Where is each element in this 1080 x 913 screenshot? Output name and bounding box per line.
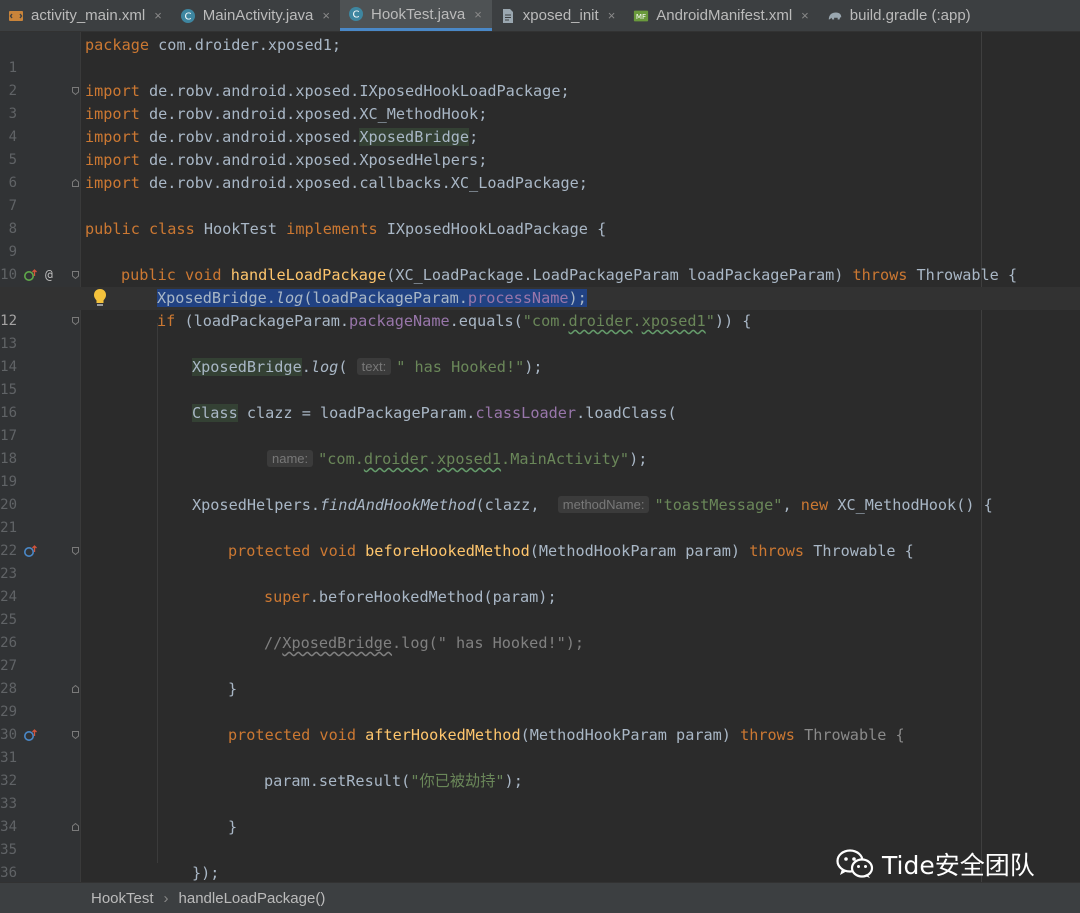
code-line-31[interactable]: 31 protected void afterHookedMethod(Meth…: [0, 724, 1080, 766]
tab-mainactivity-java[interactable]: C MainActivity.java ×: [172, 0, 340, 31]
lightbulb-icon[interactable]: [92, 288, 108, 308]
code-line-6[interactable]: 6 import de.robv.android.xposed.XposedHe…: [0, 149, 1080, 191]
code-line-18[interactable]: 18: [0, 425, 1080, 467]
code-line-1[interactable]: 1 package com.droider.xposed1;: [0, 34, 1080, 76]
code-line-19[interactable]: 19 name: "com.droider.xposed1.MainActivit…: [0, 448, 1080, 490]
close-icon[interactable]: ×: [608, 8, 616, 23]
code-line-16[interactable]: 16: [0, 379, 1080, 421]
breadcrumb-method[interactable]: handleLoadPackage(): [179, 890, 326, 907]
xml-layout-icon: [8, 8, 24, 24]
code-line-24[interactable]: 24: [0, 563, 1080, 605]
fold-start-icon[interactable]: [72, 87, 79, 95]
overrides-method-icon[interactable]: [24, 545, 38, 558]
implements-method-icon[interactable]: [24, 269, 38, 282]
code-line-7[interactable]: 7 import de.robv.android.xposed.callback…: [0, 172, 1080, 214]
tab-androidmanifest-xml[interactable]: MF AndroidManifest.xml ×: [625, 0, 818, 31]
code-line-9[interactable]: 9 public class HookTest implements IXpos…: [0, 218, 1080, 260]
code-line-2[interactable]: 2: [0, 57, 1080, 99]
watermark: Tide安全团队: [836, 844, 1035, 884]
tab-label: AndroidManifest.xml: [656, 7, 793, 24]
fold-start-icon[interactable]: [72, 317, 79, 325]
code-line-14[interactable]: 14: [0, 333, 1080, 375]
code-editor[interactable]: 1 package com.droider.xposed1; 2 3 impor…: [0, 32, 1080, 882]
close-icon[interactable]: ×: [474, 7, 482, 22]
code-line-34[interactable]: 34: [0, 793, 1080, 835]
text-file-icon: [500, 8, 516, 24]
breadcrumb-class[interactable]: HookTest: [0, 890, 154, 907]
close-icon[interactable]: ×: [154, 8, 162, 23]
watermark-text: Tide安全团队: [882, 851, 1035, 880]
java-class-icon: C: [348, 6, 364, 22]
gradle-elephant-icon: [827, 8, 843, 24]
code-line-15[interactable]: 15 XposedBridge.log( text: " has Hooked!"…: [0, 356, 1080, 398]
code-line-5[interactable]: 5 import de.robv.android.xposed.XposedBr…: [0, 126, 1080, 168]
code-line-8[interactable]: 8: [0, 195, 1080, 237]
tab-hooktest-java[interactable]: C HookTest.java ×: [339, 0, 492, 31]
fold-start-icon[interactable]: [72, 731, 79, 739]
breadcrumb-separator: ›: [163, 889, 169, 907]
parameter-hint: name:: [267, 450, 314, 467]
indent-guide: [157, 323, 158, 863]
manifest-icon: MF: [633, 8, 649, 24]
code-line-3[interactable]: 3 import de.robv.android.xposed.IXposedH…: [0, 80, 1080, 122]
code-line-13[interactable]: 13 if (loadPackageParam.packageName.equa…: [0, 310, 1080, 352]
fold-start-icon[interactable]: [72, 547, 79, 555]
tab-xposed-init[interactable]: xposed_init ×: [492, 0, 625, 31]
code-line-17[interactable]: 17 Class clazz = loadPackageParam.classL…: [0, 402, 1080, 444]
svg-text:MF: MF: [636, 12, 646, 21]
code-line-35[interactable]: 35 }: [0, 816, 1080, 858]
parameter-hint: methodName:: [557, 496, 650, 513]
code-line-30[interactable]: 30: [0, 701, 1080, 743]
parameter-hint: text:: [356, 358, 392, 375]
code-line-11[interactable]: 11 @ public void handleLoadPackage(XC_Lo…: [0, 264, 1080, 306]
code-line-23[interactable]: 23 protected void beforeHookedMethod(Met…: [0, 540, 1080, 582]
tab-activity-main-xml[interactable]: activity_main.xml ×: [0, 0, 172, 31]
code-line-26[interactable]: 26: [0, 609, 1080, 651]
wechat-icon: [836, 849, 874, 878]
tab-build-gradle-app[interactable]: build.gradle (:app): [819, 0, 981, 31]
java-class-icon: C: [180, 8, 196, 24]
close-icon[interactable]: ×: [322, 8, 330, 23]
fold-end-icon[interactable]: [72, 823, 79, 831]
fold-end-icon[interactable]: [72, 685, 79, 693]
code-line-33[interactable]: 33 param.setResult("你已被劫持");: [0, 770, 1080, 812]
code-line-4[interactable]: 4 import de.robv.android.xposed.XC_Metho…: [0, 103, 1080, 145]
svg-text:C: C: [184, 11, 191, 22]
code-line-28[interactable]: 28: [0, 655, 1080, 697]
tab-label: MainActivity.java: [202, 7, 314, 24]
code-line-20[interactable]: 20: [0, 471, 1080, 513]
code-line-27[interactable]: 27 //XposedBridge.log(" has Hooked!");: [0, 632, 1080, 674]
code-line-32[interactable]: 32: [0, 747, 1080, 789]
svg-text:C: C: [352, 10, 359, 21]
tab-label: activity_main.xml: [31, 7, 146, 24]
tab-label: HookTest.java: [370, 5, 466, 23]
tab-label: build.gradle (:app): [849, 7, 971, 24]
tab-label: xposed_init: [522, 7, 599, 24]
annotation-icon: @: [45, 268, 53, 283]
editor-tab-bar: activity_main.xml × C MainActivity.java …: [0, 0, 1080, 32]
code-line-29[interactable]: 29 }: [0, 678, 1080, 720]
code-line-12[interactable]: 12 XposedBridge.log(loadPackageParam.pro…: [0, 287, 1080, 329]
code-line-10[interactable]: 10: [0, 241, 1080, 283]
overrides-method-icon[interactable]: [24, 729, 38, 742]
code-line-21[interactable]: 21 XposedHelpers.findAndHookMethod(clazz…: [0, 494, 1080, 536]
close-icon[interactable]: ×: [801, 8, 809, 23]
fold-start-icon[interactable]: [72, 271, 79, 279]
fold-end-icon[interactable]: [72, 179, 79, 187]
code-line-22[interactable]: 22: [0, 517, 1080, 559]
breadcrumb-bar: HookTest › handleLoadPackage(): [0, 882, 1080, 913]
code-line-25[interactable]: 25 super.beforeHookedMethod(param);: [0, 586, 1080, 628]
